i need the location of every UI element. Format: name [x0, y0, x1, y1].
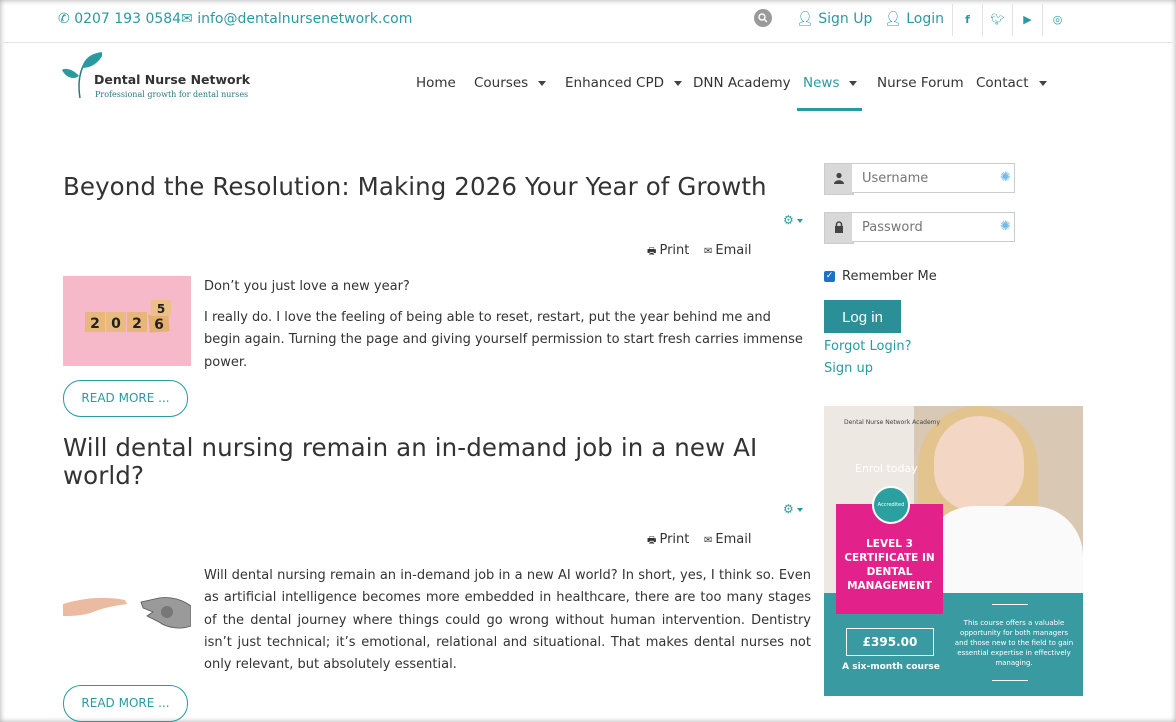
email-label: Email — [715, 532, 752, 547]
lock-icon — [824, 212, 854, 244]
read-more-button[interactable]: READ MORE ... — [63, 380, 188, 417]
digit-2: 0 — [111, 316, 121, 332]
nav-courses[interactable]: Courses — [474, 75, 547, 91]
envelope-icon: ✉ — [704, 246, 713, 257]
nav-nurse-forum[interactable]: Nurse Forum — [877, 75, 964, 91]
nav-home[interactable]: Home — [416, 75, 456, 91]
password-manager-icon[interactable]: ✺ — [1000, 170, 1011, 185]
caret-down-icon — [538, 80, 547, 86]
login-link[interactable]: 👤︎ Login — [884, 11, 944, 27]
signup-sidebar-link[interactable]: Sign up — [824, 361, 873, 376]
ad-course-line: CERTIFICATE IN — [844, 552, 935, 564]
username-input[interactable] — [852, 163, 1015, 193]
top-bar: ✆ 0207 193 0584 ✉ info@dentalnursenetwor… — [0, 0, 1176, 43]
ad-divider — [992, 604, 1028, 605]
nav-enhanced-cpd-label: Enhanced CPD — [565, 75, 665, 91]
article-paragraph: I really do. I love the feeling of being… — [204, 310, 803, 370]
accredited-badge: Accredited — [872, 486, 910, 524]
password-input[interactable] — [852, 212, 1015, 242]
user-icon: 👤︎ — [796, 11, 814, 27]
instagram-icon[interactable]: ◎ — [1042, 4, 1072, 36]
email-link[interactable]: ✉ info@dentalnursenetwork.com — [181, 11, 412, 27]
phone-number: 0207 193 0584 — [74, 11, 182, 27]
user-icon — [824, 163, 854, 195]
active-nav-underline — [797, 108, 862, 111]
course-advert[interactable]: Dental Nurse Network Academy Enrol today… — [824, 406, 1083, 696]
print-label: Print — [659, 243, 690, 258]
twitter-icon[interactable]: 🐦︎ — [982, 4, 1012, 36]
article-image-2026: 2 0 2 6 5 — [63, 276, 191, 366]
caret-down-icon — [849, 80, 858, 86]
social-links: f 🐦︎ ▶ ◎ — [952, 4, 1072, 36]
article-title-text: Beyond the Resolution: Making 2026 Your … — [63, 172, 767, 201]
email-article-link[interactable]: ✉ Email — [704, 532, 751, 547]
envelope-icon: ✉ — [704, 535, 713, 546]
ad-price: £395.00 — [846, 628, 934, 656]
article-paragraph: Don’t you just love a new year? — [204, 279, 410, 294]
nav-dnn-academy[interactable]: DNN Academy — [693, 75, 791, 91]
print-icon: 🖶 — [647, 535, 657, 546]
ad-course-line: MANAGEMENT — [847, 580, 932, 592]
digit-4: 6 — [154, 317, 164, 333]
ad-photo-shirt — [924, 506, 1083, 606]
facebook-icon[interactable]: f — [952, 4, 982, 36]
article-options-gear-icon[interactable]: ⚙ — [783, 502, 803, 516]
email-label: Email — [715, 243, 752, 258]
ad-duration: A six-month course — [842, 662, 940, 672]
ad-brand: Dental Nurse Network Academy — [844, 419, 941, 426]
logo-tagline: Professional growth for dental nurses — [95, 90, 249, 99]
digit-1: 2 — [90, 316, 100, 332]
read-more-button[interactable]: READ MORE ... — [63, 685, 188, 722]
forgot-login-link[interactable]: Forgot Login? — [824, 339, 912, 354]
article-title[interactable]: Will dental nursing remain an in-demand … — [63, 434, 803, 490]
nav-contact-label: Contact — [976, 75, 1029, 91]
envelope-icon: ✉ — [181, 11, 193, 27]
print-link[interactable]: 🖶 Print — [647, 243, 689, 261]
article-paragraph: Will dental nursing remain an in-demand … — [204, 568, 811, 673]
user-icon: 👤︎ — [884, 11, 902, 27]
ad-enrol: Enrol today — [855, 462, 918, 475]
remember-checkbox[interactable]: ✓ — [824, 271, 835, 282]
signup-link[interactable]: 👤︎ Sign Up — [796, 11, 872, 27]
nav-courses-label: Courses — [474, 75, 529, 91]
print-link[interactable]: 🖶 Print — [647, 532, 689, 550]
caret-down-icon — [1038, 80, 1047, 86]
phone-icon: ✆ — [58, 11, 70, 27]
signup-label: Sign Up — [818, 11, 873, 27]
article-options-gear-icon[interactable]: ⚙ — [783, 213, 803, 227]
remember-me[interactable]: ✓ Remember Me — [824, 269, 937, 284]
email-article-link[interactable]: ✉ Email — [704, 243, 751, 258]
logo-name: Dental Nurse Network — [94, 72, 251, 87]
ad-divider — [992, 680, 1028, 681]
search-icon[interactable] — [754, 9, 772, 27]
ad-course-line: DENTAL — [866, 566, 913, 578]
nav-enhanced-cpd[interactable]: Enhanced CPD — [565, 75, 683, 91]
ad-course-line: LEVEL 3 — [866, 538, 913, 550]
email-address: info@dentalnursenetwork.com — [197, 11, 413, 27]
nav-news[interactable]: News — [803, 75, 858, 91]
nav-news-label: News — [803, 75, 840, 91]
article-title-text: Will dental nursing remain an in-demand … — [63, 433, 758, 490]
article-image-ai-hands — [63, 586, 192, 642]
site-logo[interactable]: Dental Nurse Network Professional growth… — [62, 50, 250, 102]
article-title[interactable]: Beyond the Resolution: Making 2026 Your … — [63, 173, 767, 201]
digit-3: 2 — [132, 316, 142, 332]
remember-label: Remember Me — [842, 269, 937, 284]
ad-photo-face — [934, 416, 1024, 511]
print-label: Print — [659, 532, 690, 547]
digit-5: 5 — [157, 302, 165, 316]
nav-contact[interactable]: Contact — [976, 75, 1047, 91]
caret-down-icon — [674, 80, 683, 86]
ad-description: This course offers a valuable opportunit… — [954, 619, 1074, 667]
youtube-icon[interactable]: ▶ — [1012, 4, 1042, 36]
phone-link[interactable]: ✆ 0207 193 0584 — [58, 11, 181, 27]
password-manager-icon[interactable]: ✺ — [1000, 219, 1011, 234]
login-button[interactable]: Log in — [824, 300, 901, 333]
login-label: Login — [906, 11, 945, 27]
ad-course-title: LEVEL 3 CERTIFICATE IN DENTAL MANAGEMENT — [836, 537, 943, 593]
print-icon: 🖶 — [647, 246, 657, 257]
